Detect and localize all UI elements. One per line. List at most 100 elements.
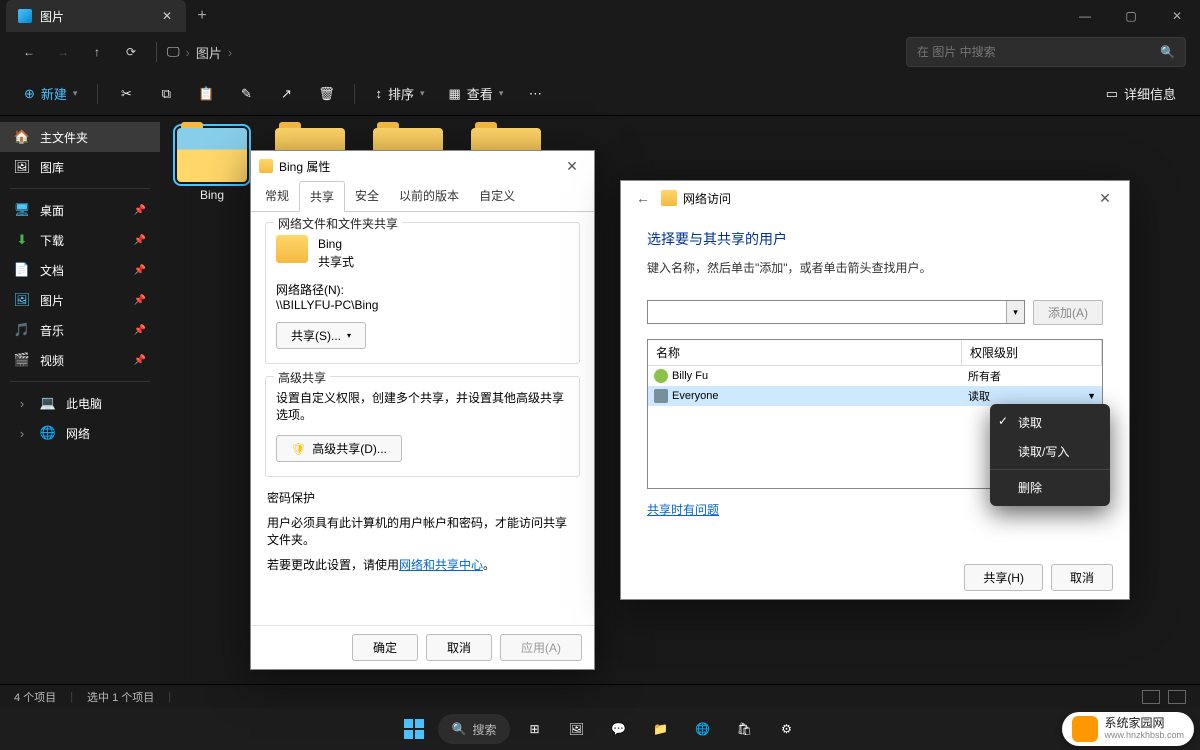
permission-dropdown-menu: 读取 读取/写入 删除 bbox=[990, 404, 1110, 506]
gallery-icon: 🖼 bbox=[14, 159, 30, 175]
add-button[interactable]: 添加(A) bbox=[1033, 300, 1103, 325]
breadcrumb[interactable]: 🖵 › 图片 › bbox=[167, 43, 232, 62]
sidebar-thispc[interactable]: ›💻此电脑 bbox=[0, 388, 160, 418]
share-confirm-button[interactable]: 共享(H) bbox=[964, 564, 1043, 591]
sort-button[interactable]: ↕ 排序 ▾ bbox=[365, 78, 434, 110]
cancel-button[interactable]: 取消 bbox=[426, 634, 492, 661]
search-input[interactable] bbox=[917, 45, 1152, 59]
cut-button[interactable]: ✂ bbox=[108, 78, 144, 110]
chevron-down-icon: ▾ bbox=[499, 88, 504, 99]
view-button[interactable]: ▦ 查看 ▾ bbox=[439, 78, 514, 110]
apply-button[interactable]: 应用(A) bbox=[500, 634, 582, 661]
close-window-button[interactable]: ✕ bbox=[1154, 0, 1200, 32]
sharing-trouble-link[interactable]: 共享时有问题 bbox=[647, 503, 719, 517]
chevron-right-icon: › bbox=[14, 395, 30, 411]
sidebar-music[interactable]: 🎵音乐📌 bbox=[0, 315, 160, 345]
monitor-icon: 🖵 bbox=[167, 44, 180, 60]
grid-view-button[interactable] bbox=[1168, 690, 1186, 704]
refresh-button[interactable]: ⟳ bbox=[116, 37, 146, 67]
ok-button[interactable]: 确定 bbox=[352, 634, 418, 661]
command-toolbar: ⊕ 新建 ▾ ✂ ⧉ 📋 ✎ ↗ 🗑 ↕ 排序 ▾ ▦ 查看 ▾ ⋯ ▭ 详细信… bbox=[0, 72, 1200, 116]
dialog-titlebar[interactable]: Bing 属性 ✕ bbox=[251, 151, 594, 181]
user-row[interactable]: Billy Fu 所有者 bbox=[648, 366, 1102, 386]
item-count: 4 个项目 bbox=[14, 689, 56, 705]
cancel-button[interactable]: 取消 bbox=[1051, 564, 1113, 591]
taskbar-store[interactable]: 🛍 bbox=[726, 711, 762, 747]
list-view-button[interactable] bbox=[1142, 690, 1160, 704]
tab-title: 图片 bbox=[40, 8, 152, 25]
search-icon: 🔍 bbox=[452, 722, 467, 736]
navigation-sidebar: 🏠主文件夹 🖼图库 🖥桌面📌 ⬇下载📌 📄文档📌 🖼图片📌 🎵音乐📌 🎬视频📌 … bbox=[0, 116, 160, 684]
sidebar-downloads[interactable]: ⬇下载📌 bbox=[0, 225, 160, 255]
rename-button[interactable]: ✎ bbox=[228, 78, 264, 110]
menu-readwrite[interactable]: 读取/写入 bbox=[990, 437, 1110, 466]
sidebar-gallery[interactable]: 🖼图库 bbox=[0, 152, 160, 182]
minimize-button[interactable]: ― bbox=[1062, 0, 1108, 32]
tab-customize[interactable]: 自定义 bbox=[469, 181, 525, 211]
menu-read[interactable]: 读取 bbox=[990, 408, 1110, 437]
user-combo[interactable]: ▾ bbox=[647, 300, 1025, 324]
dialog-tabs: 常规 共享 安全 以前的版本 自定义 bbox=[251, 181, 594, 212]
folder-bing[interactable]: Bing bbox=[172, 128, 252, 202]
forward-button[interactable]: → bbox=[48, 37, 78, 67]
folder-icon bbox=[661, 190, 677, 206]
password-protection-group: 密码保护 用户必须具有此计算机的用户帐户和密码，才能访问共享文件夹。 若要更改此… bbox=[265, 489, 580, 573]
dialog-titlebar[interactable]: ← 网络访问 ✕ bbox=[621, 181, 1129, 215]
taskbar-edge[interactable]: 🌐 bbox=[684, 711, 720, 747]
sidebar-videos[interactable]: 🎬视频📌 bbox=[0, 345, 160, 375]
start-button[interactable] bbox=[396, 711, 432, 747]
user-icon bbox=[654, 369, 668, 383]
advanced-sharing-button[interactable]: 🛡高级共享(D)... bbox=[276, 435, 402, 462]
back-button[interactable]: ← bbox=[631, 190, 655, 206]
task-view-button[interactable]: ⊞ bbox=[516, 711, 552, 747]
sidebar-documents[interactable]: 📄文档📌 bbox=[0, 255, 160, 285]
explorer-tab[interactable]: 图片 ✕ bbox=[6, 0, 186, 32]
tab-previous-versions[interactable]: 以前的版本 bbox=[389, 181, 469, 211]
user-row-everyone[interactable]: Everyone 读取▼ bbox=[648, 386, 1102, 406]
close-dialog-button[interactable]: ✕ bbox=[558, 158, 586, 175]
maximize-button[interactable]: ▢ bbox=[1108, 0, 1154, 32]
network-path-value: \\BILLYFU-PC\Bing bbox=[276, 298, 569, 312]
sidebar-desktop[interactable]: 🖥桌面📌 bbox=[0, 195, 160, 225]
document-icon: 📄 bbox=[14, 262, 30, 278]
taskbar-app[interactable]: 🖼 bbox=[558, 711, 594, 747]
menu-remove[interactable]: 删除 bbox=[990, 473, 1110, 502]
share-button[interactable]: ↗ bbox=[268, 78, 304, 110]
share-state: 共享式 bbox=[318, 253, 354, 271]
column-permission[interactable]: 权限级别 bbox=[962, 340, 1102, 365]
advanced-sharing-group: 高级共享 设置自定义权限，创建多个共享，并设置其他高级共享选项。 🛡高级共享(D… bbox=[265, 376, 580, 477]
column-name[interactable]: 名称 bbox=[648, 340, 962, 365]
permission-dropdown-button[interactable]: ▼ bbox=[1087, 391, 1096, 401]
search-icon[interactable]: 🔍 bbox=[1160, 45, 1175, 59]
copy-button[interactable]: ⧉ bbox=[148, 78, 184, 110]
crumb-pictures[interactable]: 图片 bbox=[196, 43, 222, 62]
delete-button[interactable]: 🗑 bbox=[308, 78, 344, 110]
status-bar: 4 个项目 | 选中 1 个项目 | bbox=[0, 684, 1200, 708]
pc-icon: 💻 bbox=[40, 395, 56, 411]
plus-circle-icon: ⊕ bbox=[24, 86, 35, 102]
new-button[interactable]: ⊕ 新建 ▾ bbox=[14, 78, 87, 110]
share-button[interactable]: 共享(S)...▾ bbox=[276, 322, 366, 349]
chevron-down-icon[interactable]: ▾ bbox=[1006, 301, 1024, 323]
tab-sharing[interactable]: 共享 bbox=[299, 181, 345, 212]
close-dialog-button[interactable]: ✕ bbox=[1091, 190, 1119, 207]
more-button[interactable]: ⋯ bbox=[517, 78, 553, 110]
back-button[interactable]: ← bbox=[14, 37, 44, 67]
paste-button[interactable]: 📋 bbox=[188, 78, 224, 110]
sidebar-network[interactable]: ›🌐网络 bbox=[0, 418, 160, 448]
password-info-1: 用户必须具有此计算机的用户帐户和密码，才能访问共享文件夹。 bbox=[267, 514, 578, 548]
sidebar-pictures[interactable]: 🖼图片📌 bbox=[0, 285, 160, 315]
up-button[interactable]: ↑ bbox=[82, 37, 112, 67]
taskbar-app[interactable]: 💬 bbox=[600, 711, 636, 747]
taskbar-settings[interactable]: ⚙ bbox=[768, 711, 804, 747]
new-tab-button[interactable]: + bbox=[186, 0, 218, 32]
tab-security[interactable]: 安全 bbox=[345, 181, 389, 211]
tab-general[interactable]: 常规 bbox=[255, 181, 299, 211]
details-pane-button[interactable]: ▭ 详细信息 bbox=[1096, 78, 1186, 110]
sidebar-home[interactable]: 🏠主文件夹 bbox=[0, 122, 160, 152]
close-tab-icon[interactable]: ✕ bbox=[160, 9, 174, 23]
taskbar-search[interactable]: 🔍 搜索 bbox=[438, 714, 511, 744]
search-box[interactable]: 🔍 bbox=[906, 37, 1186, 67]
network-center-link[interactable]: 网络和共享中心 bbox=[399, 558, 483, 572]
taskbar-explorer[interactable]: 📁 bbox=[642, 711, 678, 747]
